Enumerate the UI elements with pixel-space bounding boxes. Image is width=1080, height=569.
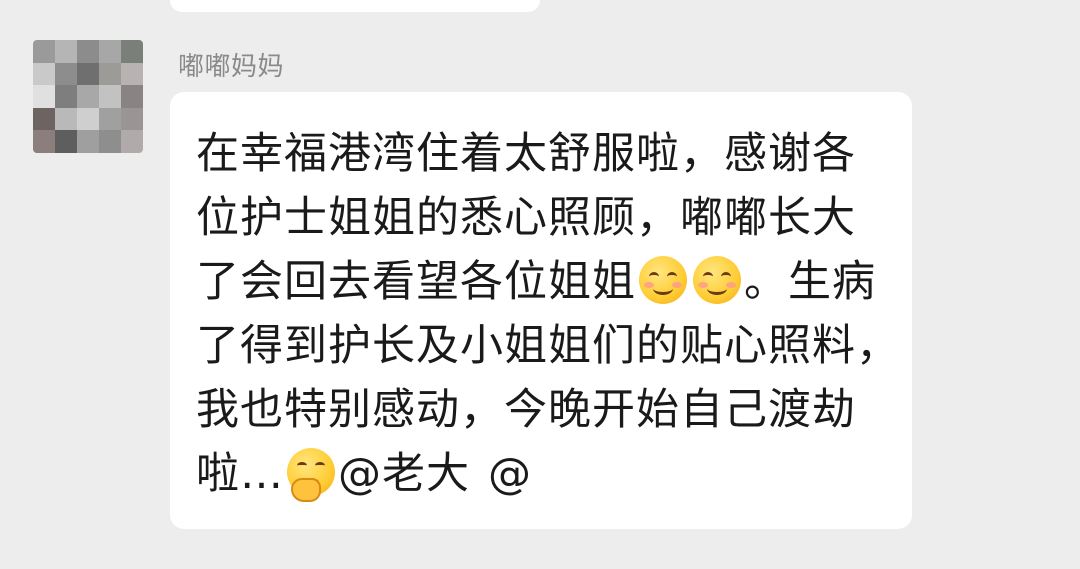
message-line: 位护士姐姐的悉心照顾，嘟嘟长大 bbox=[196, 193, 856, 243]
message-line: 我也特别感动，今晚开始自己渡劫 bbox=[196, 385, 856, 435]
message-line: 了得到护长及小姐姐们的贴心照料， bbox=[196, 321, 900, 371]
sender-name: 嘟嘟妈妈 bbox=[178, 52, 285, 82]
message-line: 了会回去看望各位姐姐 。生病 bbox=[196, 250, 888, 314]
message-fragment: 了会回去看望各位姐姐 bbox=[196, 257, 636, 307]
mention-laoda[interactable]: @老大 bbox=[338, 449, 470, 499]
message-line: 啦… @老大 @ bbox=[196, 442, 888, 506]
message-text: 在幸福港湾住着太舒服啦，感谢各 位护士姐姐的悉心照顾，嘟嘟长大 了会回去看望各位… bbox=[196, 122, 900, 506]
message-line: 在幸福港湾住着太舒服啦，感谢各 bbox=[196, 129, 856, 179]
previous-message-bubble[interactable] bbox=[170, 0, 540, 12]
sender-avatar[interactable] bbox=[33, 40, 143, 153]
message-bubble[interactable]: 在幸福港湾住着太舒服啦，感谢各 位护士姐姐的悉心照顾，嘟嘟长大 了会回去看望各位… bbox=[170, 92, 912, 529]
message-fragment: 。生病 bbox=[744, 257, 876, 307]
smiling-face-with-smiling-eyes-icon bbox=[639, 256, 687, 304]
message-fragment: 啦… bbox=[196, 449, 284, 499]
mention-empty[interactable]: @ bbox=[488, 449, 532, 499]
face-with-hand-over-mouth-icon bbox=[287, 448, 335, 502]
smiling-face-with-smiling-eyes-icon bbox=[693, 256, 741, 304]
